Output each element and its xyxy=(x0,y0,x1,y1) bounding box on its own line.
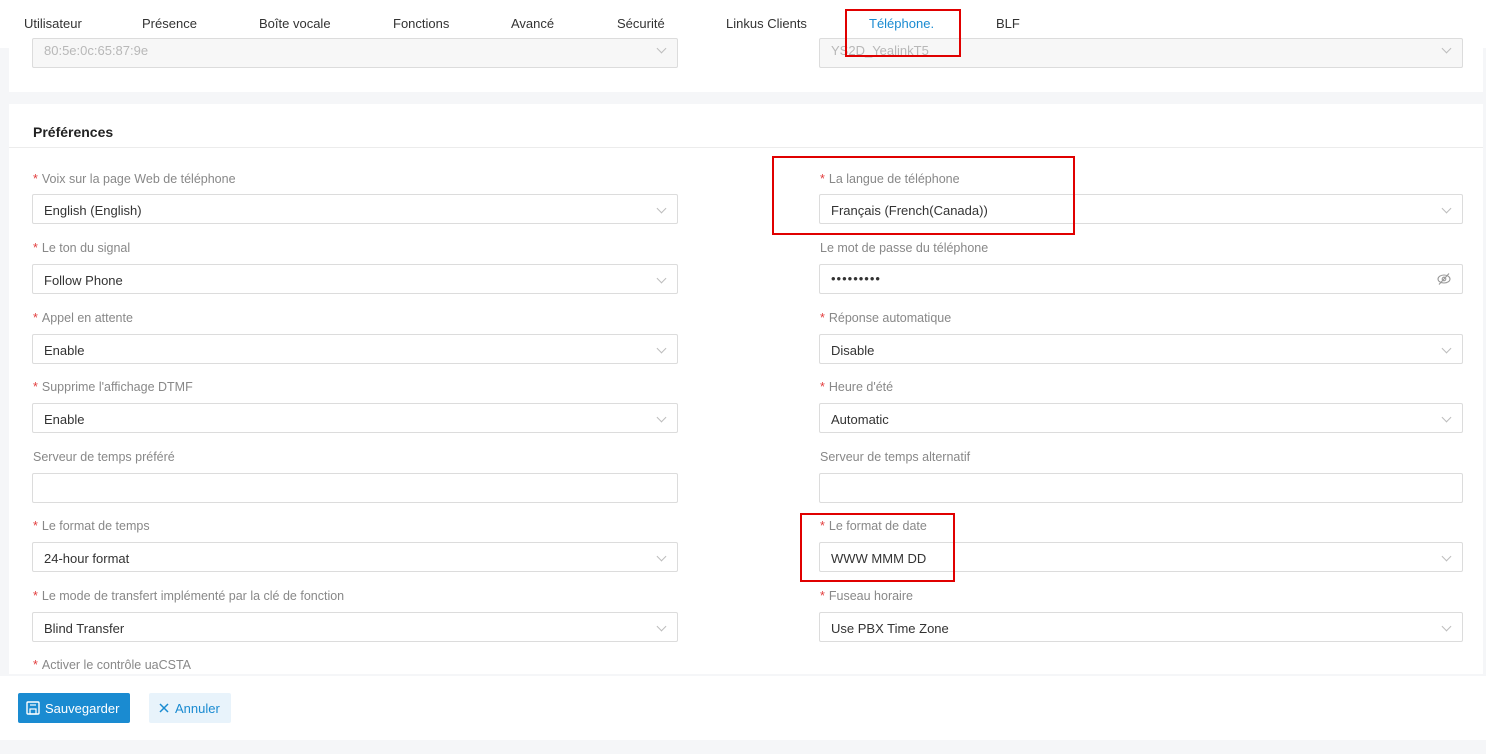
chevron-down-icon xyxy=(1441,412,1452,423)
preferred-time-server-label: Serveur de temps préféré xyxy=(33,450,175,464)
web-voice-label: * Voix sur la page Web de téléphone xyxy=(33,172,236,186)
time-zone-label: * Fuseau horaire xyxy=(820,589,913,603)
chevron-down-icon xyxy=(1441,621,1452,632)
time-format-label: * Le format de temps xyxy=(33,519,150,533)
save-button-label: Sauvegarder xyxy=(45,700,120,716)
alt-time-server-label: Serveur de temps alternatif xyxy=(820,450,971,464)
eye-off-icon[interactable] xyxy=(1436,272,1452,286)
ring-tone-label: * Le ton du signal xyxy=(33,241,131,255)
chevron-down-icon xyxy=(1441,43,1452,54)
date-format-value: WWW MMM DD xyxy=(831,551,927,566)
web-voice-select[interactable]: English (English) xyxy=(32,194,678,224)
call-waiting-label: * Appel en attente xyxy=(33,311,133,325)
ring-tone-select[interactable]: Follow Phone xyxy=(32,264,678,294)
chevron-down-icon xyxy=(656,273,667,284)
phone-password-label: Le mot de passe du téléphone xyxy=(820,241,989,255)
call-waiting-value: Enable xyxy=(44,343,85,358)
chevron-down-icon xyxy=(1441,203,1452,214)
chevron-down-icon xyxy=(656,203,667,214)
phone-language-select[interactable]: Français (French(Canada)) xyxy=(819,194,1463,224)
date-format-label: * Le format de date xyxy=(820,519,927,533)
chevron-down-icon xyxy=(656,621,667,632)
auto-answer-select[interactable]: Disable xyxy=(819,334,1463,364)
suppress-dtmf-select[interactable]: Enable xyxy=(32,403,678,433)
tab-presence[interactable]: Présence xyxy=(142,16,197,31)
tab-utilisateur[interactable]: Utilisateur xyxy=(24,16,82,31)
tab-security[interactable]: Sécurité xyxy=(617,16,665,31)
form-footer: Sauvegarder Annuler xyxy=(0,676,1486,740)
close-icon xyxy=(159,703,169,713)
suppress-dtmf-value: Enable xyxy=(44,412,85,427)
save-button[interactable]: Sauvegarder xyxy=(18,693,130,723)
transfer-mode-label: * Le mode de transfert implémenté par la … xyxy=(33,589,345,603)
date-format-select[interactable]: WWW MMM DD xyxy=(819,542,1463,572)
tab-blf[interactable]: BLF xyxy=(996,16,1020,31)
phone-provisioning-card: 80:5e:0c:65:87:9e YS2D_YealinkT5 xyxy=(9,38,1483,92)
chevron-down-icon xyxy=(656,551,667,562)
mac-address-value: 80:5e:0c:65:87:9e xyxy=(44,43,149,58)
dst-value: Automatic xyxy=(831,412,889,427)
preferred-time-server-input[interactable] xyxy=(32,473,678,503)
web-voice-value: English (English) xyxy=(44,203,142,218)
tab-features[interactable]: Fonctions xyxy=(393,16,449,31)
time-format-select[interactable]: 24-hour format xyxy=(32,542,678,572)
chevron-down-icon xyxy=(1441,551,1452,562)
tab-advanced[interactable]: Avancé xyxy=(511,16,554,31)
phone-language-value: Français (French(Canada)) xyxy=(831,203,988,218)
time-zone-select[interactable]: Use PBX Time Zone xyxy=(819,612,1463,642)
phone-model-value: YS2D_YealinkT5 xyxy=(831,43,929,58)
auto-answer-value: Disable xyxy=(831,343,875,358)
chevron-down-icon xyxy=(1441,343,1452,354)
call-waiting-select[interactable]: Enable xyxy=(32,334,678,364)
ring-tone-value: Follow Phone xyxy=(44,273,123,288)
preferences-card: Préférences * Voix sur la page Web de tél… xyxy=(9,104,1483,674)
dst-label: * Heure d'été xyxy=(820,380,894,394)
tab-linkus-clients[interactable]: Linkus Clients xyxy=(726,16,807,31)
alt-time-server-input[interactable] xyxy=(819,473,1463,503)
dst-select[interactable]: Automatic xyxy=(819,403,1463,433)
transfer-mode-value: Blind Transfer xyxy=(44,621,125,636)
tab-telephone[interactable]: Téléphone. xyxy=(869,16,934,31)
suppress-dtmf-label: * Supprime l'affichage DTMF xyxy=(33,380,193,394)
mac-address-field[interactable]: 80:5e:0c:65:87:9e xyxy=(32,38,678,68)
section-title: Préférences xyxy=(33,124,114,140)
phone-language-label: * La langue de téléphone xyxy=(820,172,960,186)
save-icon xyxy=(26,701,40,715)
phone-model-field[interactable]: YS2D_YealinkT5 xyxy=(819,38,1463,68)
chevron-down-icon xyxy=(656,343,667,354)
uacsta-label: * Activer le contrôle uaCSTA xyxy=(33,658,192,672)
chevron-down-icon xyxy=(656,43,667,54)
time-zone-value: Use PBX Time Zone xyxy=(831,621,949,636)
cancel-button-label: Annuler xyxy=(175,700,220,716)
auto-answer-label: * Réponse automatique xyxy=(820,311,952,325)
phone-password-input[interactable]: ••••••••• xyxy=(819,264,1463,294)
time-format-value: 24-hour format xyxy=(44,551,130,566)
cancel-button[interactable]: Annuler xyxy=(149,693,231,723)
tab-voicemail[interactable]: Boîte vocale xyxy=(259,16,331,31)
password-dots: ••••••••• xyxy=(831,271,881,286)
chevron-down-icon xyxy=(656,412,667,423)
divider xyxy=(9,147,1483,148)
transfer-mode-select[interactable]: Blind Transfer xyxy=(32,612,678,642)
